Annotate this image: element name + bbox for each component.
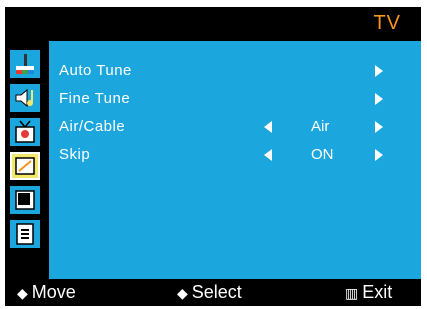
pip-icon[interactable] [9, 185, 41, 215]
menu-footer: ◆ Move ◆ Select ▥ Exit [5, 279, 421, 306]
left-arrow-icon[interactable] [264, 121, 272, 133]
select-label: Select [191, 282, 242, 302]
menu-item-label: Skip [59, 146, 91, 163]
right-arrow-icon[interactable] [375, 93, 383, 105]
menu-item-auto-tune[interactable]: Auto Tune [49, 59, 421, 83]
right-arrow-icon[interactable] [375, 65, 383, 77]
menu-item-value: ON [311, 146, 334, 163]
menu-item-label: Air/Cable [59, 118, 126, 135]
menu-item-label: Fine Tune [59, 90, 131, 107]
left-arrow-icon[interactable] [264, 149, 272, 161]
menu-button-icon: ▥ [345, 285, 359, 301]
menu-list: Auto Tune Fine Tune Air/Cable Air Skip O… [49, 41, 421, 279]
menu-title: TV [373, 12, 401, 34]
menu-item-air-cable[interactable]: Air/Cable Air [49, 115, 421, 139]
tv-icon[interactable] [9, 151, 41, 181]
move-label: Move [31, 282, 76, 302]
setup-icon[interactable] [9, 117, 41, 147]
menu-header: TV [5, 7, 421, 41]
exit-hint: ▥ Exit [345, 282, 392, 303]
exit-label: Exit [362, 282, 393, 302]
select-hint: ◆ Select [177, 282, 242, 303]
info-icon[interactable] [9, 219, 41, 249]
menu-sidebar [5, 41, 49, 279]
left-right-icon: ◆ [177, 285, 188, 301]
picture-icon[interactable] [9, 49, 41, 79]
menu-item-value: Air [311, 118, 330, 135]
right-arrow-icon[interactable] [375, 149, 383, 161]
menu-item-skip[interactable]: Skip ON [49, 143, 421, 167]
menu-item-fine-tune[interactable]: Fine Tune [49, 87, 421, 111]
menu-item-label: Auto Tune [59, 62, 132, 79]
up-down-icon: ◆ [17, 285, 28, 301]
move-hint: ◆ Move [17, 282, 76, 303]
tv-osd-menu: TV Auto Tune Fine Tune Air/Cable Air Ski… [5, 7, 421, 306]
sound-icon[interactable] [9, 83, 41, 113]
right-arrow-icon[interactable] [375, 121, 383, 133]
